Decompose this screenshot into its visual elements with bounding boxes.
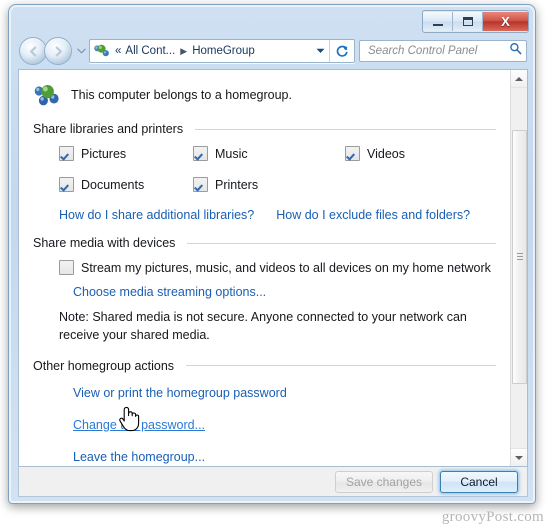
link-share-additional-libraries[interactable]: How do I share additional libraries? (59, 208, 254, 222)
caption-button-group: X (422, 10, 529, 33)
minimize-button[interactable] (423, 12, 453, 31)
checkbox-row: Stream my pictures, music, and videos to… (33, 260, 496, 275)
breadcrumb: « All Cont... ▶ HomeGroup (113, 45, 311, 57)
section-title: Other homegroup actions (33, 358, 175, 373)
checkbox-row: Documents Printers (33, 177, 496, 192)
magnifier-icon (509, 42, 521, 55)
section-title: Share media with devices (33, 236, 176, 250)
printers-checkbox[interactable] (193, 177, 208, 192)
triangle-up-icon (515, 76, 523, 81)
videos-label: Videos (367, 146, 405, 161)
close-button[interactable]: X (483, 12, 528, 31)
shared-media-note: Note: Shared media is not secure. Anyone… (59, 310, 467, 342)
search-box[interactable]: Search Control Panel (359, 40, 527, 62)
chevron-down-icon (316, 48, 324, 53)
pictures-checkbox[interactable] (59, 146, 74, 161)
triangle-down-icon (515, 455, 523, 460)
link-exclude-files-and-folders[interactable]: How do I exclude files and folders? (276, 208, 470, 222)
printers-label: Printers (215, 177, 259, 192)
section-divider (187, 242, 496, 244)
link-change-the-password[interactable]: Change the password... (73, 418, 205, 432)
recent-pages-dropdown[interactable] (74, 47, 88, 56)
command-bar: Save changes Cancel (18, 467, 528, 497)
homegroup-breadcrumb-icon (93, 43, 111, 59)
documents-label: Documents (81, 177, 145, 192)
homegroup-icon (33, 82, 63, 108)
search-input[interactable]: Search Control Panel (368, 45, 508, 57)
checkbox-item-music[interactable]: Music (193, 146, 345, 161)
homegroup-status-row: This computer belongs to a homegroup. (33, 82, 496, 108)
chevron-down-icon (76, 47, 86, 54)
section-divider (195, 128, 496, 130)
address-bar[interactable]: « All Cont... ▶ HomeGroup (89, 39, 355, 63)
save-changes-button[interactable]: Save changes (334, 470, 433, 493)
minimize-icon (432, 23, 443, 26)
checkbox-item-stream-media[interactable]: Stream my pictures, music, and videos to… (33, 260, 491, 275)
homegroup-status-text: This computer belongs to a homegroup. (71, 88, 292, 102)
window-title-bar[interactable]: X (9, 5, 535, 35)
link-view-or-print-password[interactable]: View or print the homegroup password (73, 386, 287, 400)
action-row: Leave the homegroup... (73, 449, 496, 465)
section-divider (186, 365, 496, 366)
breadcrumb-item-homegroup[interactable]: HomeGroup (190, 45, 257, 57)
action-row: Change the password... (73, 417, 496, 433)
media-streaming-options-row: Choose media streaming options... (73, 283, 496, 301)
pictures-label: Pictures (81, 146, 127, 161)
desktop-background: X « All Cont... ▶ HomeGroup Search Contr… (0, 0, 552, 528)
section-title: Share libraries and printers (33, 122, 184, 136)
section-share-media: Share media with devices (33, 236, 496, 250)
music-label: Music (215, 146, 248, 161)
scroll-down-button[interactable] (511, 448, 527, 466)
stream-media-checkbox[interactable] (59, 260, 74, 275)
checkbox-item-videos[interactable]: Videos (345, 146, 485, 161)
watermark: groovyPost.com (441, 509, 544, 525)
maximize-button[interactable] (453, 12, 483, 31)
scroll-up-button[interactable] (511, 70, 527, 88)
maximize-icon (462, 17, 473, 26)
checkbox-item-printers[interactable]: Printers (193, 177, 345, 192)
action-row: View or print the homegroup password (73, 385, 496, 401)
library-checkbox-grid: Pictures Music Videos Documents Printers (33, 146, 496, 192)
breadcrumb-item-all-control-panel[interactable]: All Cont... (123, 45, 177, 57)
homegroup-control-panel-window: X « All Cont... ▶ HomeGroup Search Contr… (8, 4, 536, 504)
homegroup-spheres-icon (34, 85, 59, 106)
forward-arrow-icon (55, 45, 62, 57)
scrollbar-grip-icon (517, 253, 523, 261)
close-icon: X (501, 14, 510, 29)
documents-checkbox[interactable] (59, 177, 74, 192)
link-choose-media-streaming-options[interactable]: Choose media streaming options... (73, 285, 266, 299)
music-checkbox[interactable] (193, 146, 208, 161)
homegroup-small-icon (94, 44, 109, 57)
checkbox-row: Pictures Music Videos (33, 146, 496, 161)
search-icon (508, 42, 522, 60)
back-arrow-icon (29, 45, 36, 57)
content-pane: This computer belongs to a homegroup. Sh… (18, 69, 528, 467)
stream-media-label: Stream my pictures, music, and videos to… (81, 260, 491, 275)
vertical-scrollbar[interactable] (510, 70, 527, 466)
forward-button[interactable] (44, 37, 72, 65)
breadcrumb-separator-icon: ▶ (180, 45, 188, 56)
section-share-libraries: Share libraries and printers (33, 122, 496, 136)
address-dropdown-button[interactable] (311, 47, 329, 56)
link-leave-the-homegroup[interactable]: Leave the homegroup... (73, 450, 205, 464)
media-checkbox-group: Stream my pictures, music, and videos to… (33, 260, 496, 275)
checkbox-item-pictures[interactable]: Pictures (33, 146, 193, 161)
scrollbar-thumb[interactable] (512, 130, 527, 384)
checkbox-item-documents[interactable]: Documents (33, 177, 193, 192)
homegroup-action-links: View or print the homegroup password Cha… (33, 385, 496, 467)
refresh-button[interactable] (329, 40, 354, 62)
refresh-icon (336, 45, 348, 57)
navigation-bar: « All Cont... ▶ HomeGroup Search Control… (9, 35, 535, 67)
videos-checkbox[interactable] (345, 146, 360, 161)
section-other-actions: Other homegroup actions (33, 359, 496, 373)
homegroup-settings-content: This computer belongs to a homegroup. Sh… (19, 70, 510, 466)
breadcrumb-overflow[interactable]: « (113, 45, 123, 57)
back-button[interactable] (19, 37, 47, 65)
library-help-links: How do I share additional libraries? How… (59, 208, 496, 222)
cancel-button[interactable]: Cancel (440, 470, 518, 493)
